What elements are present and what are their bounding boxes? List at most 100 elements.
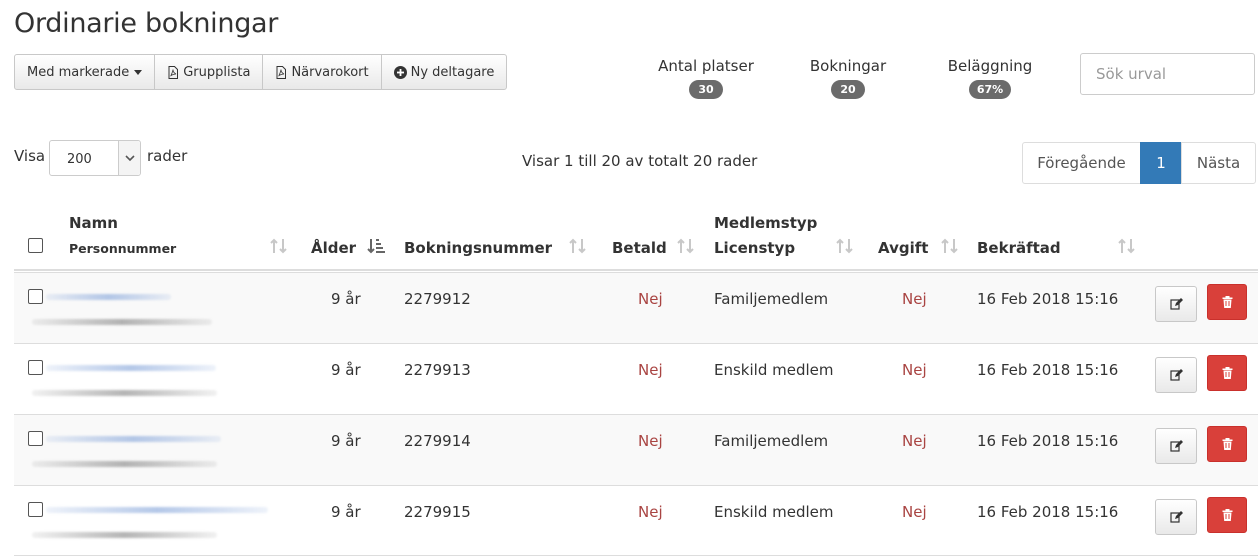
stat-badge: 20 [831,80,865,99]
sort-icon[interactable] [1117,237,1136,259]
redacted-personnummer [32,461,217,467]
rows-per-page-select[interactable]: 200 [49,140,141,176]
plus-circle-icon [393,65,407,79]
age-cell: 9 år [331,290,361,308]
paid-cell: Nej [638,432,663,450]
delete-button[interactable] [1207,355,1247,391]
redacted-name [46,507,268,513]
pdf-file-icon [167,65,179,79]
stat-seats: Antal platser 30 [652,57,760,99]
table-bottom-divider [14,555,1258,556]
member-type-cell: Enskild medlem [714,503,834,521]
age-cell: 9 år [331,361,361,379]
sort-icon[interactable] [940,237,959,259]
paid-cell: Nej [638,290,663,308]
confirmed-cell: 16 Feb 2018 15:16 [977,290,1119,308]
column-header-age[interactable]: Ålder [311,239,356,257]
column-header-license-type[interactable]: Licenstyp [714,239,795,257]
column-header-paid[interactable]: Betald [612,239,667,257]
column-header-name[interactable]: Namn [69,214,118,232]
rows-per-page-value: 200 [67,152,92,167]
sort-icon[interactable] [676,237,695,259]
redacted-personnummer [32,532,217,538]
booking-number-cell: 2279912 [404,290,471,308]
next-page-button[interactable]: Nästa [1181,142,1256,184]
edit-icon [1169,511,1183,523]
stat-label: Beläggning [947,57,1033,75]
age-cell: 9 år [331,503,361,521]
redacted-name [46,294,171,300]
search-input[interactable] [1080,53,1255,95]
stat-badge: 67% [968,80,1012,99]
with-selected-dropdown-button[interactable]: Med markerade [14,54,156,90]
table-info: Visar 1 till 20 av totalt 20 rader [522,152,758,170]
fee-cell: Nej [902,361,927,379]
show-label: Visa [14,147,46,165]
paid-cell: Nej [638,361,663,379]
fee-cell: Nej [902,432,927,450]
select-all-checkbox[interactable] [28,238,43,253]
member-type-cell: Familjemedlem [714,432,829,450]
sort-icon[interactable] [269,237,288,259]
booking-number-cell: 2279913 [404,361,471,379]
column-header-fee[interactable]: Avgift [878,239,928,257]
toolbar: Med markerade Grupplista Närvarokort Ny … [14,54,508,90]
previous-page-button[interactable]: Föregående [1022,142,1141,184]
stat-label: Antal platser [658,57,754,75]
booking-number-cell: 2279915 [404,503,471,521]
edit-button[interactable] [1155,286,1197,322]
redacted-personnummer [32,390,217,396]
stat-label: Bokningar [809,57,887,75]
stat-bookings: Bokningar 20 [798,57,898,99]
row-checkbox[interactable] [28,289,43,304]
caret-down-icon [134,69,143,75]
fee-cell: Nej [902,503,927,521]
redacted-name [46,365,216,371]
confirmed-cell: 16 Feb 2018 15:16 [977,361,1119,379]
pdf-file-icon [275,65,287,79]
edit-button[interactable] [1155,499,1197,535]
table-row: 9 år 2279915 Nej Enskild medlem Nej 16 F… [14,485,1258,556]
delete-button[interactable] [1207,497,1247,533]
paid-cell: Nej [638,503,663,521]
edit-button[interactable] [1155,428,1197,464]
fee-cell: Nej [902,290,927,308]
redacted-name [46,436,221,442]
table-row: 9 år 2279912 Nej Familjemedlem Nej 16 Fe… [14,272,1258,343]
column-header-confirmed[interactable]: Bekräftad [977,239,1061,257]
booking-number-cell: 2279914 [404,432,471,450]
edit-button[interactable] [1155,357,1197,393]
page-title: Ordinarie bokningar [14,8,279,39]
attendance-card-label: Närvarokort [291,64,369,80]
table-row: 9 år 2279913 Nej Enskild medlem Nej 16 F… [14,343,1258,414]
column-header-booking-number[interactable]: Bokningsnummer [404,239,552,257]
attendance-card-button[interactable]: Närvarokort [262,54,382,90]
confirmed-cell: 16 Feb 2018 15:16 [977,432,1119,450]
table-header-divider [14,269,1258,271]
sort-icon[interactable] [835,237,854,259]
stat-occupancy: Beläggning 67% [940,57,1040,99]
redacted-personnummer [32,319,212,325]
row-checkbox[interactable] [28,360,43,375]
sort-icon[interactable] [568,237,587,259]
column-header-personnummer[interactable]: Personnummer [69,241,176,256]
with-selected-label: Med markerade [27,64,130,80]
delete-button[interactable] [1207,426,1247,462]
sort-ascending-icon[interactable] [366,237,385,259]
table-row: 9 år 2279914 Nej Familjemedlem Nej 16 Fe… [14,414,1258,485]
delete-button[interactable] [1207,284,1247,320]
confirmed-cell: 16 Feb 2018 15:16 [977,503,1119,521]
row-checkbox[interactable] [28,431,43,446]
row-checkbox[interactable] [28,502,43,517]
column-header-member-type[interactable]: Medlemstyp [714,214,817,232]
edit-icon [1169,440,1183,452]
chevron-down-icon [118,141,140,175]
trash-icon [1222,509,1232,521]
stat-badge: 30 [689,80,723,99]
page-1-button[interactable]: 1 [1140,142,1182,184]
new-participant-button[interactable]: Ny deltagare [380,54,508,90]
new-participant-label: Ny deltagare [410,64,495,80]
member-type-cell: Enskild medlem [714,361,834,379]
grouplist-button[interactable]: Grupplista [154,54,264,90]
pagination: Föregående 1 Nästa [1022,142,1256,184]
